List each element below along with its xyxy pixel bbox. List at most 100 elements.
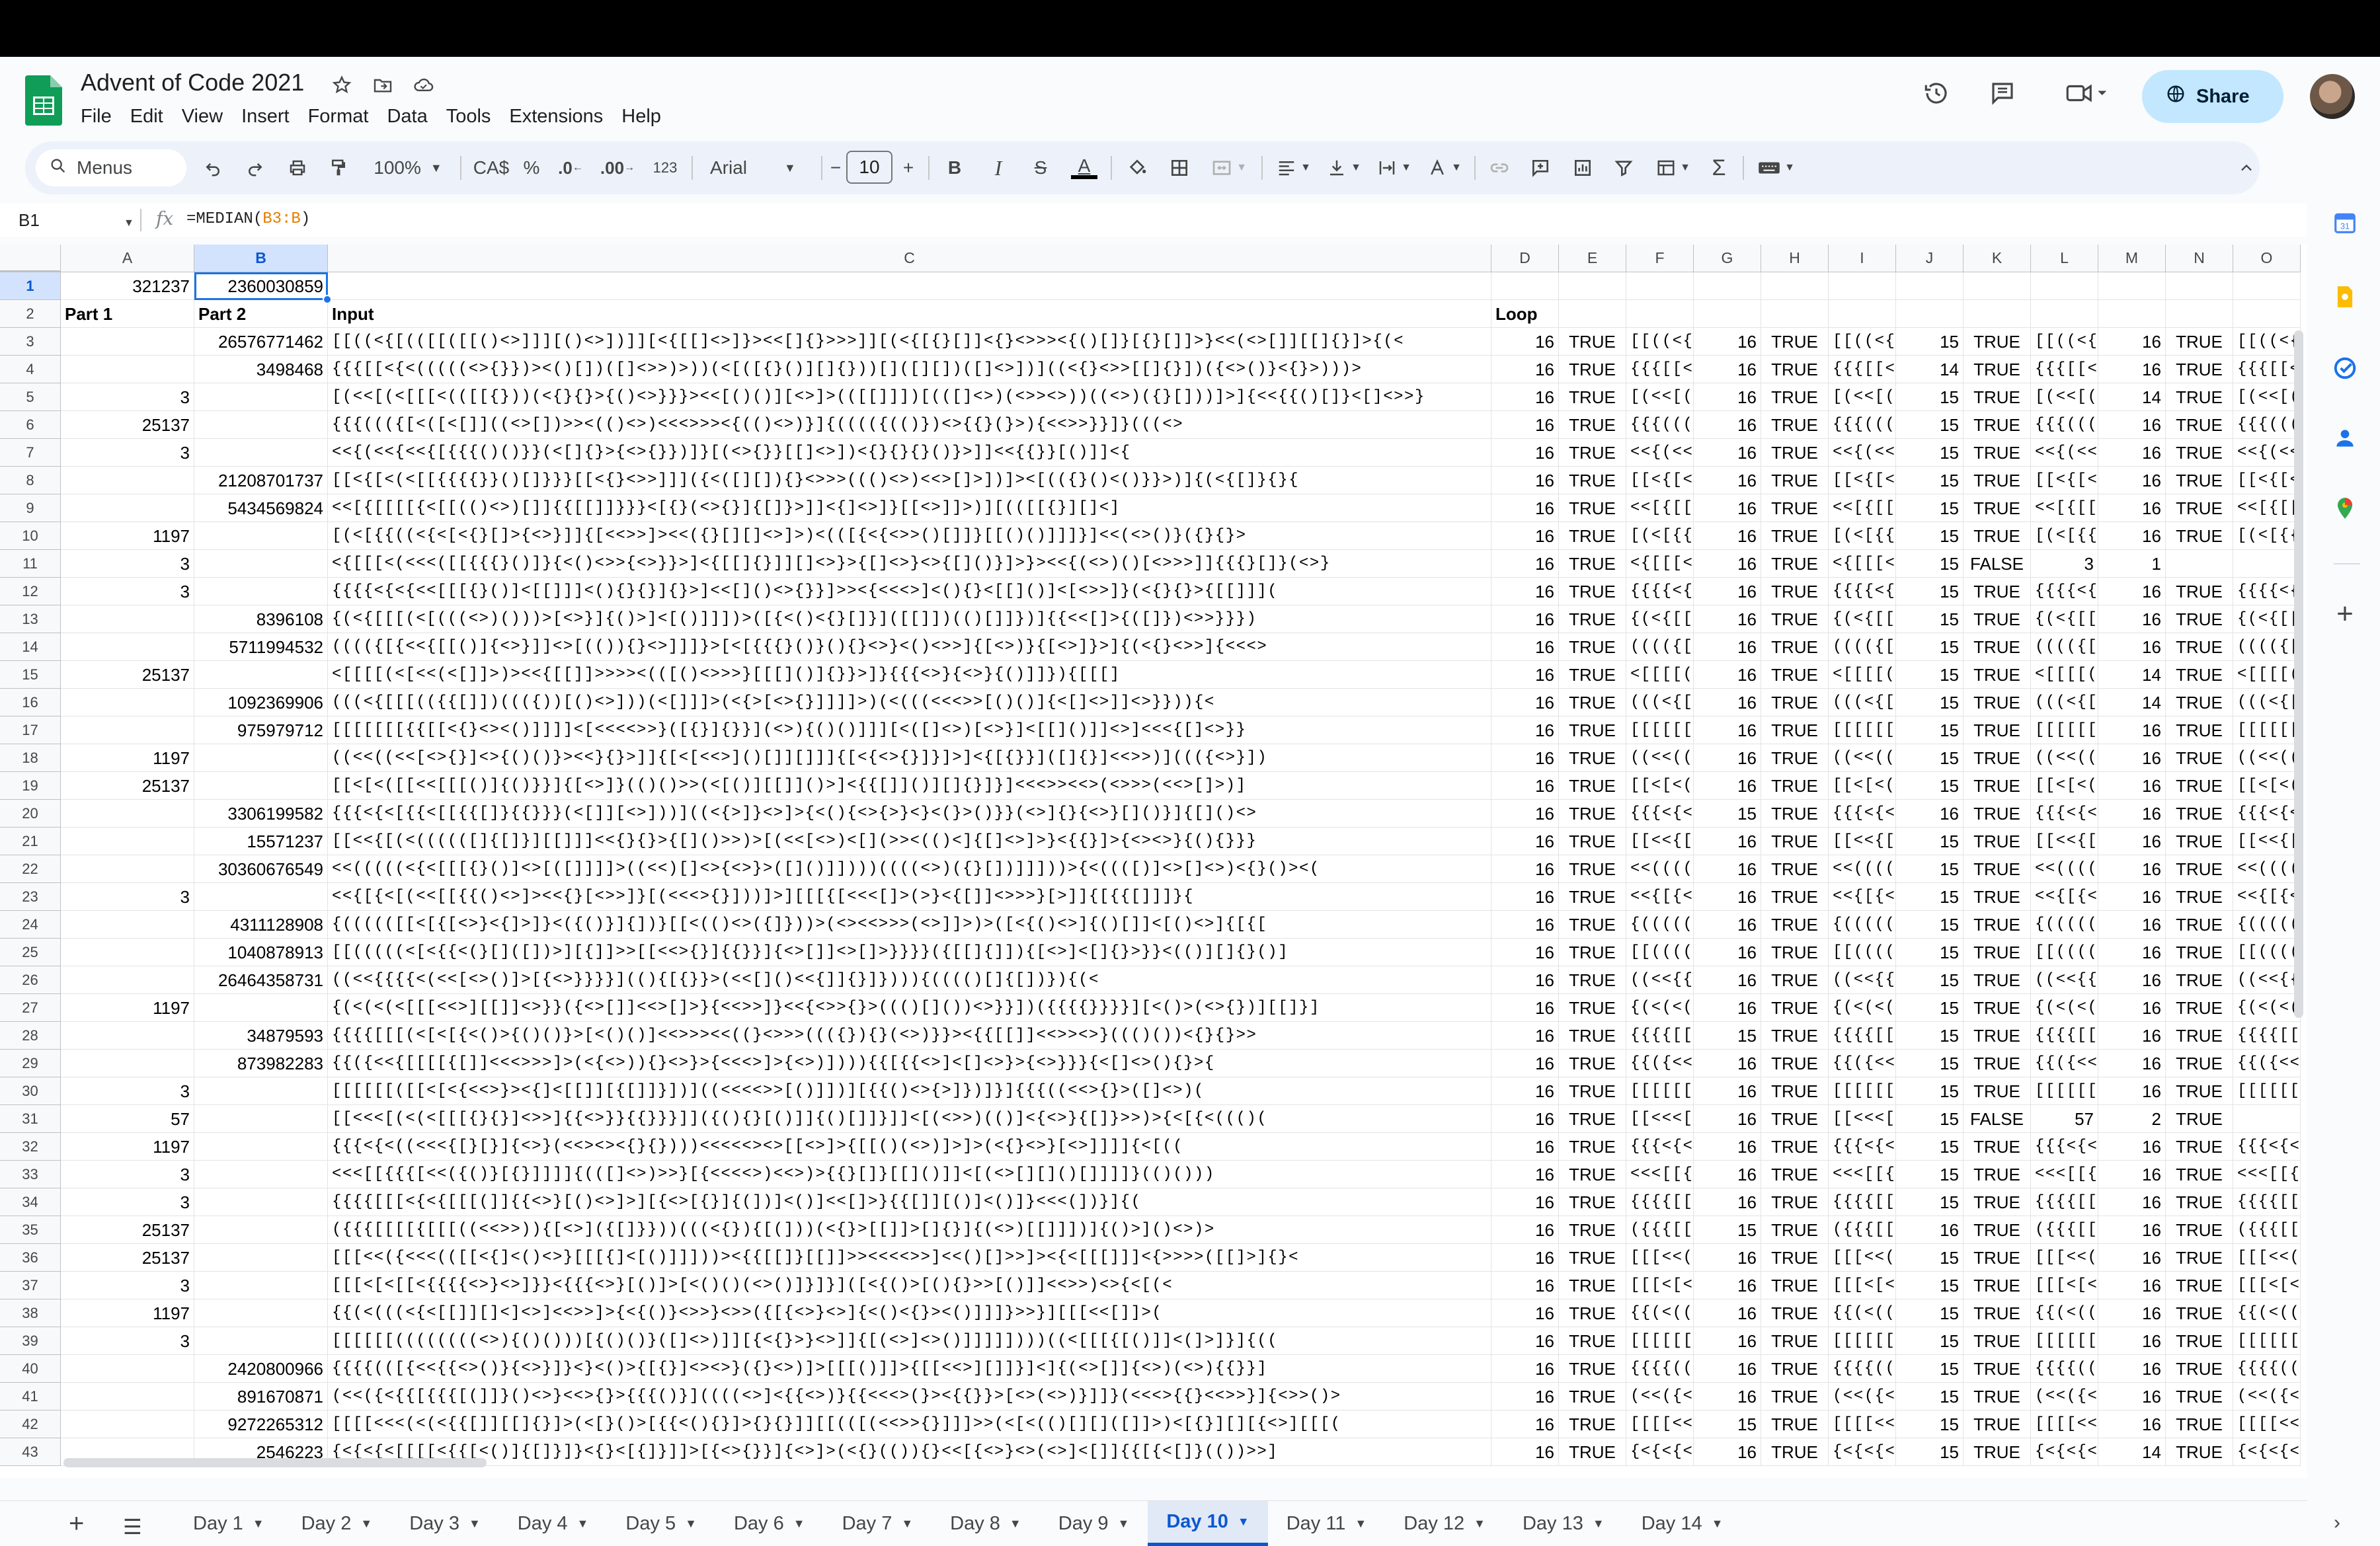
cell-e16[interactable]: TRUE — [1559, 689, 1626, 716]
cell-k11[interactable]: FALSE — [1964, 550, 2031, 578]
cell-k32[interactable]: TRUE — [1964, 1133, 2031, 1161]
cell-n15[interactable]: TRUE — [2166, 661, 2233, 689]
cell-d34[interactable]: 16 — [1491, 1188, 1559, 1216]
get-addons-icon[interactable]: + — [2330, 598, 2360, 630]
cell-f26[interactable]: ((<<{{{{<( — [1626, 966, 1694, 994]
cell-a39[interactable]: 3 — [61, 1327, 194, 1355]
cell-o21[interactable]: [[<<{[(<(( — [2233, 828, 2301, 855]
cell-m28[interactable]: 16 — [2098, 1022, 2166, 1050]
row-header[interactable]: 15 — [0, 661, 61, 689]
cell-b28[interactable]: 34879593 — [194, 1022, 328, 1050]
cell-j4[interactable]: 14 — [1896, 356, 1964, 383]
cell-l27[interactable]: {(<(<(<[[[ — [2031, 994, 2098, 1022]
document-title[interactable]: Advent of Code 2021 — [81, 69, 304, 97]
cell-m38[interactable]: 16 — [2098, 1299, 2166, 1327]
column-header-b[interactable]: B — [194, 245, 328, 272]
cell-a18[interactable]: 1197 — [61, 744, 194, 772]
cell-k38[interactable]: TRUE — [1964, 1299, 2031, 1327]
cell-l13[interactable]: {(<{[[[(<[ — [2031, 605, 2098, 633]
cell-m26[interactable]: 16 — [2098, 966, 2166, 994]
cell-g28[interactable]: 15 — [1694, 1022, 1761, 1050]
cell-m10[interactable]: 16 — [2098, 522, 2166, 550]
cell-k19[interactable]: TRUE — [1964, 772, 2031, 800]
cell-m43[interactable]: 14 — [2098, 1438, 2166, 1466]
cell-k2[interactable] — [1964, 300, 2031, 328]
cell-e41[interactable]: TRUE — [1559, 1383, 1626, 1411]
cell-b38[interactable] — [194, 1299, 328, 1327]
cell-m18[interactable]: 16 — [2098, 744, 2166, 772]
row-header[interactable]: 8 — [0, 467, 61, 494]
keep-notes-icon[interactable] — [2330, 282, 2360, 312]
cell-g40[interactable]: 16 — [1694, 1355, 1761, 1383]
row-header[interactable]: 38 — [0, 1299, 61, 1327]
cell-f18[interactable]: ((<<((<<[ — [1626, 744, 1694, 772]
cell-c20[interactable]: {{{<{<[{{<[[{{[]}{{}}}(<[]][<>]))]((<{>]… — [328, 800, 1491, 828]
cell-o7[interactable]: <<{(<<{< — [2233, 439, 2301, 467]
cell-g15[interactable]: 16 — [1694, 661, 1761, 689]
cell-f3[interactable]: [[((<{[(([[ — [1626, 328, 1694, 356]
column-header-i[interactable]: I — [1829, 245, 1896, 272]
cell-k9[interactable]: TRUE — [1964, 494, 2031, 522]
cell-m34[interactable]: 16 — [2098, 1188, 2166, 1216]
cell-e43[interactable]: TRUE — [1559, 1438, 1626, 1466]
cell-j34[interactable]: 15 — [1896, 1188, 1964, 1216]
cell-n25[interactable]: TRUE — [2166, 939, 2233, 966]
cell-m6[interactable]: 16 — [2098, 411, 2166, 439]
cell-k41[interactable]: TRUE — [1964, 1383, 2031, 1411]
cell-h12[interactable]: TRUE — [1761, 578, 1829, 605]
column-header-k[interactable]: K — [1964, 245, 2031, 272]
cell-j35[interactable]: 16 — [1896, 1216, 1964, 1244]
cell-d30[interactable]: 16 — [1491, 1077, 1559, 1105]
cell-b3[interactable]: 26576771462 — [194, 328, 328, 356]
cell-g42[interactable]: 15 — [1694, 1411, 1761, 1438]
cell-j39[interactable]: 15 — [1896, 1327, 1964, 1355]
cell-i3[interactable]: [[((<{[([[ — [1829, 328, 1896, 356]
cell-l33[interactable]: <<<[[{{{[< — [2031, 1161, 2098, 1188]
row-header[interactable]: 7 — [0, 439, 61, 467]
cell-n34[interactable]: TRUE — [2166, 1188, 2233, 1216]
menu-data[interactable]: Data — [377, 103, 436, 130]
all-sheets-menu-icon[interactable]: ☰ — [123, 1514, 142, 1539]
cell-e18[interactable]: TRUE — [1559, 744, 1626, 772]
cell-a11[interactable]: 3 — [61, 550, 194, 578]
row-header[interactable]: 43 — [0, 1438, 61, 1466]
cell-c2[interactable]: Input — [328, 300, 1491, 328]
cell-m2[interactable] — [2098, 300, 2166, 328]
cell-j20[interactable]: 16 — [1896, 800, 1964, 828]
cell-f13[interactable]: {(<{[[[(<[ — [1626, 605, 1694, 633]
cell-b4[interactable]: 3498468 — [194, 356, 328, 383]
cell-n28[interactable]: TRUE — [2166, 1022, 2233, 1050]
cell-c39[interactable]: [[[[[[((((((((<>){()()))[{()()}([]<>)]][… — [328, 1327, 1491, 1355]
cell-l8[interactable]: [[<{[<(<[ — [2031, 467, 2098, 494]
cell-c14[interactable]: (((({[{<<{[[()]{<>}]]<>[(()){}<>]]]}>[<[… — [328, 633, 1491, 661]
cell-m14[interactable]: 16 — [2098, 633, 2166, 661]
cell-f9[interactable]: <<[{[[[[{ — [1626, 494, 1694, 522]
cell-e5[interactable]: TRUE — [1559, 383, 1626, 411]
cell-i5[interactable]: [(<<[(<[[ — [1829, 383, 1896, 411]
row-header[interactable]: 21 — [0, 828, 61, 855]
cell-c6[interactable]: {{{((({[<([<[]]((<>[])>><(()<>)<<<>>><{(… — [328, 411, 1491, 439]
cell-g18[interactable]: 16 — [1694, 744, 1761, 772]
cell-a9[interactable] — [61, 494, 194, 522]
cell-f4[interactable]: {{{[[<{<(( — [1626, 356, 1694, 383]
cell-f38[interactable]: {{(<(((<{< — [1626, 1299, 1694, 1327]
cell-n37[interactable]: TRUE — [2166, 1272, 2233, 1299]
fill-color-icon[interactable] — [1123, 151, 1152, 185]
row-header[interactable]: 23 — [0, 883, 61, 911]
cell-b32[interactable] — [194, 1133, 328, 1161]
row-header[interactable]: 16 — [0, 689, 61, 716]
cell-j7[interactable]: 15 — [1896, 439, 1964, 467]
formula-input[interactable]: =MEDIAN(B3:B) — [186, 210, 310, 228]
cell-e19[interactable]: TRUE — [1559, 772, 1626, 800]
cell-o13[interactable]: {(<{[[[(<[ — [2233, 605, 2301, 633]
cell-n31[interactable]: TRUE — [2166, 1105, 2233, 1133]
cell-i13[interactable]: {(<{[[[(<[ — [1829, 605, 1896, 633]
cell-a2[interactable]: Part 1 — [61, 300, 194, 328]
cell-h6[interactable]: TRUE — [1761, 411, 1829, 439]
cell-n18[interactable]: TRUE — [2166, 744, 2233, 772]
horizontal-align-icon[interactable]: ▼ — [1271, 151, 1317, 185]
row-header[interactable]: 41 — [0, 1383, 61, 1411]
cell-n1[interactable] — [2166, 272, 2233, 300]
cell-k7[interactable]: TRUE — [1964, 439, 2031, 467]
cell-c22[interactable]: <<(((((<{<[[[{}()]<>[([]]]]>((<<)[]<>{<>… — [328, 855, 1491, 883]
